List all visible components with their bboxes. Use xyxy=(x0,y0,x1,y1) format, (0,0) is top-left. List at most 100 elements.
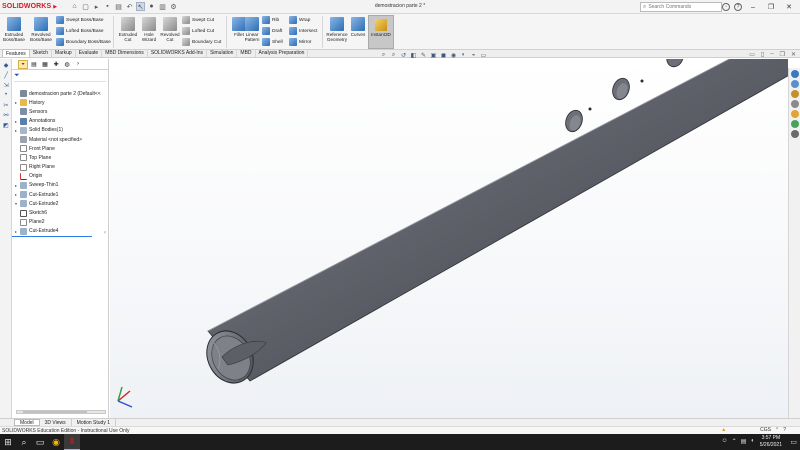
rollback-bar[interactable] xyxy=(12,236,92,237)
swept-cut-button[interactable]: Swept Cut xyxy=(182,15,214,25)
revolved-boss-button[interactable]: Revolved Boss/Base xyxy=(27,15,55,49)
tree-item[interactable]: Sensors xyxy=(15,107,101,116)
draft-button[interactable]: Draft xyxy=(262,26,282,36)
minimize-button[interactable]: – xyxy=(746,2,760,12)
point-icon[interactable]: • xyxy=(2,91,10,99)
section-view-icon[interactable]: ◧ xyxy=(410,52,417,59)
people-icon[interactable]: ☺ xyxy=(722,438,728,445)
zoom-to-area-icon[interactable]: ⌕ xyxy=(390,52,397,59)
property-manager-tab-icon[interactable]: ▤ xyxy=(29,60,39,69)
tab-motion-study[interactable]: Motion Study 1 xyxy=(72,419,117,426)
view-settings-icon[interactable]: ▭ xyxy=(480,52,487,59)
undo-icon[interactable]: ↶ xyxy=(125,2,134,11)
tab-mbd-dimensions[interactable]: MBD Dimensions xyxy=(102,49,148,57)
tree-item[interactable]: ▸ Cut-Extrude4 xyxy=(15,227,101,236)
tree-item[interactable]: ▸ History xyxy=(15,98,101,107)
tray-chevron-icon[interactable]: ⌃ xyxy=(732,438,737,445)
smart-dimension-icon[interactable]: ⇲ xyxy=(2,81,10,89)
extruded-boss-button[interactable]: Extruded Boss/Base xyxy=(0,15,28,49)
filter-icon[interactable]: ⏷ xyxy=(14,72,22,80)
tree-item[interactable]: ▸ Sweep-Thin1 xyxy=(15,181,101,190)
tab-simulation[interactable]: Simulation xyxy=(207,49,238,57)
display-icon[interactable]: ◩ xyxy=(2,121,10,129)
network-icon[interactable]: ▤ xyxy=(741,438,747,445)
tab-sketch[interactable]: Sketch xyxy=(30,49,53,57)
graphics-area[interactable] xyxy=(110,59,788,418)
file-explorer-icon[interactable] xyxy=(791,90,799,98)
mirror-button[interactable]: Mirror xyxy=(289,37,312,47)
design-library-icon[interactable] xyxy=(791,80,799,88)
tree-item[interactable]: ▾ Cut-Extrude2 xyxy=(15,199,101,208)
line-icon[interactable]: ╱ xyxy=(2,71,10,79)
tab-3d-views[interactable]: 3D Views xyxy=(40,419,72,426)
options-icon[interactable]: ⚙ xyxy=(169,2,178,11)
tree-item[interactable]: Top Plane xyxy=(15,153,101,162)
tab-markup[interactable]: Markup xyxy=(52,49,76,57)
intersect-button[interactable]: Intersect xyxy=(289,26,317,36)
custom-properties-icon[interactable] xyxy=(791,120,799,128)
viewport-restore-icon[interactable]: ❐ xyxy=(780,51,785,58)
shell-button[interactable]: Shell xyxy=(262,37,283,47)
edit-appearance-icon[interactable]: ◐ xyxy=(460,52,467,59)
help-status-icon[interactable]: ? xyxy=(783,427,786,433)
select-icon[interactable]: ↖ xyxy=(136,2,145,11)
lofted-boss-button[interactable]: Lofted Boss/Base xyxy=(56,26,104,36)
feature-manager-tab-icon[interactable]: ◒ xyxy=(18,59,28,69)
tree-item[interactable]: Plane2 xyxy=(15,218,101,227)
help-icon[interactable]: ? xyxy=(734,3,742,11)
swept-boss-button[interactable]: Swept Boss/Base xyxy=(56,15,104,25)
open-file-icon[interactable]: ▸ xyxy=(92,2,101,11)
search-taskbar-icon[interactable]: ⌕ xyxy=(16,434,32,450)
display-manager-tab-icon[interactable]: ◍ xyxy=(62,60,72,69)
tree-root-part[interactable]: demostracion parte 2 (Default<< xyxy=(15,89,101,98)
more-tabs-chevron-icon[interactable]: › xyxy=(73,60,83,69)
tree-item[interactable]: ▸ Solid Bodies(1) xyxy=(15,126,101,135)
split-icon[interactable]: ▯ xyxy=(761,51,764,58)
tree-horizontal-scrollbar[interactable] xyxy=(16,410,106,414)
curves-button[interactable]: Curves xyxy=(347,15,369,49)
forum-icon[interactable] xyxy=(791,130,799,138)
apply-scene-icon[interactable]: ◒ xyxy=(470,52,477,59)
tree-item[interactable]: Front Plane xyxy=(15,144,101,153)
boundary-cut-button[interactable]: Boundary Cut xyxy=(182,37,221,47)
windows-start-icon[interactable]: ⊞ xyxy=(0,434,16,450)
user-icon[interactable]: ◦ xyxy=(722,3,730,11)
tab-model[interactable]: Model xyxy=(14,419,40,426)
tab-mbd[interactable]: MBD xyxy=(237,49,256,57)
tube-body[interactable] xyxy=(207,59,788,382)
notifications-icon[interactable]: ▭ xyxy=(790,438,797,446)
collapse-panel-chevron-icon[interactable]: ‹ xyxy=(104,230,106,236)
viewport-close-icon[interactable]: ✕ xyxy=(791,51,796,58)
file-properties-icon[interactable]: ▥ xyxy=(158,2,167,11)
save-icon[interactable]: ▪ xyxy=(103,2,112,11)
print-icon[interactable]: ▤ xyxy=(114,2,123,11)
close-button[interactable]: ✕ xyxy=(782,2,796,12)
brand[interactable]: SOLIDWORKS ▶ xyxy=(0,3,70,10)
instant3d-button[interactable]: Instant3D xyxy=(368,15,394,49)
tree-item[interactable]: Origin xyxy=(15,172,101,181)
tab-analysis-preparation[interactable]: Analysis Preparation xyxy=(256,49,309,57)
rib-button[interactable]: Rib xyxy=(262,15,279,25)
tab-evaluate[interactable]: Evaluate xyxy=(76,49,103,57)
zoom-to-fit-icon[interactable]: ⌕ xyxy=(380,52,387,59)
traffic-light-icon[interactable]: ● xyxy=(147,2,156,11)
wrap-button[interactable]: Wrap xyxy=(289,15,310,25)
search-commands-input[interactable]: ⌕ Search Commands xyxy=(640,2,722,12)
view-palette-icon[interactable] xyxy=(791,100,799,108)
scrollbar-thumb[interactable] xyxy=(23,411,87,413)
rebuild-icon[interactable]: ▲ xyxy=(721,427,726,433)
taskbar-clock[interactable]: 3:57 PM 5/26/2021 xyxy=(760,435,782,448)
tree-item[interactable]: Material <not specified> xyxy=(15,135,101,144)
trim-icon[interactable]: ✂ xyxy=(2,101,10,109)
solidworks-resources-icon[interactable] xyxy=(791,70,799,78)
viewport-minimize-icon[interactable]: – xyxy=(770,51,773,58)
model-view[interactable] xyxy=(110,59,788,418)
dynamic-annotation-icon[interactable]: ✎ xyxy=(420,52,427,59)
hide-show-items-icon[interactable]: ◉ xyxy=(450,52,457,59)
configuration-manager-tab-icon[interactable]: ▦ xyxy=(40,60,50,69)
home-icon[interactable]: ⌂ xyxy=(70,2,79,11)
menu-chevron-icon[interactable]: ▶ xyxy=(53,4,57,10)
tree-item[interactable]: ▸ Annotations xyxy=(15,117,101,126)
display-style-icon[interactable]: ◼ xyxy=(440,52,447,59)
volume-icon[interactable]: ◖ xyxy=(750,438,754,445)
